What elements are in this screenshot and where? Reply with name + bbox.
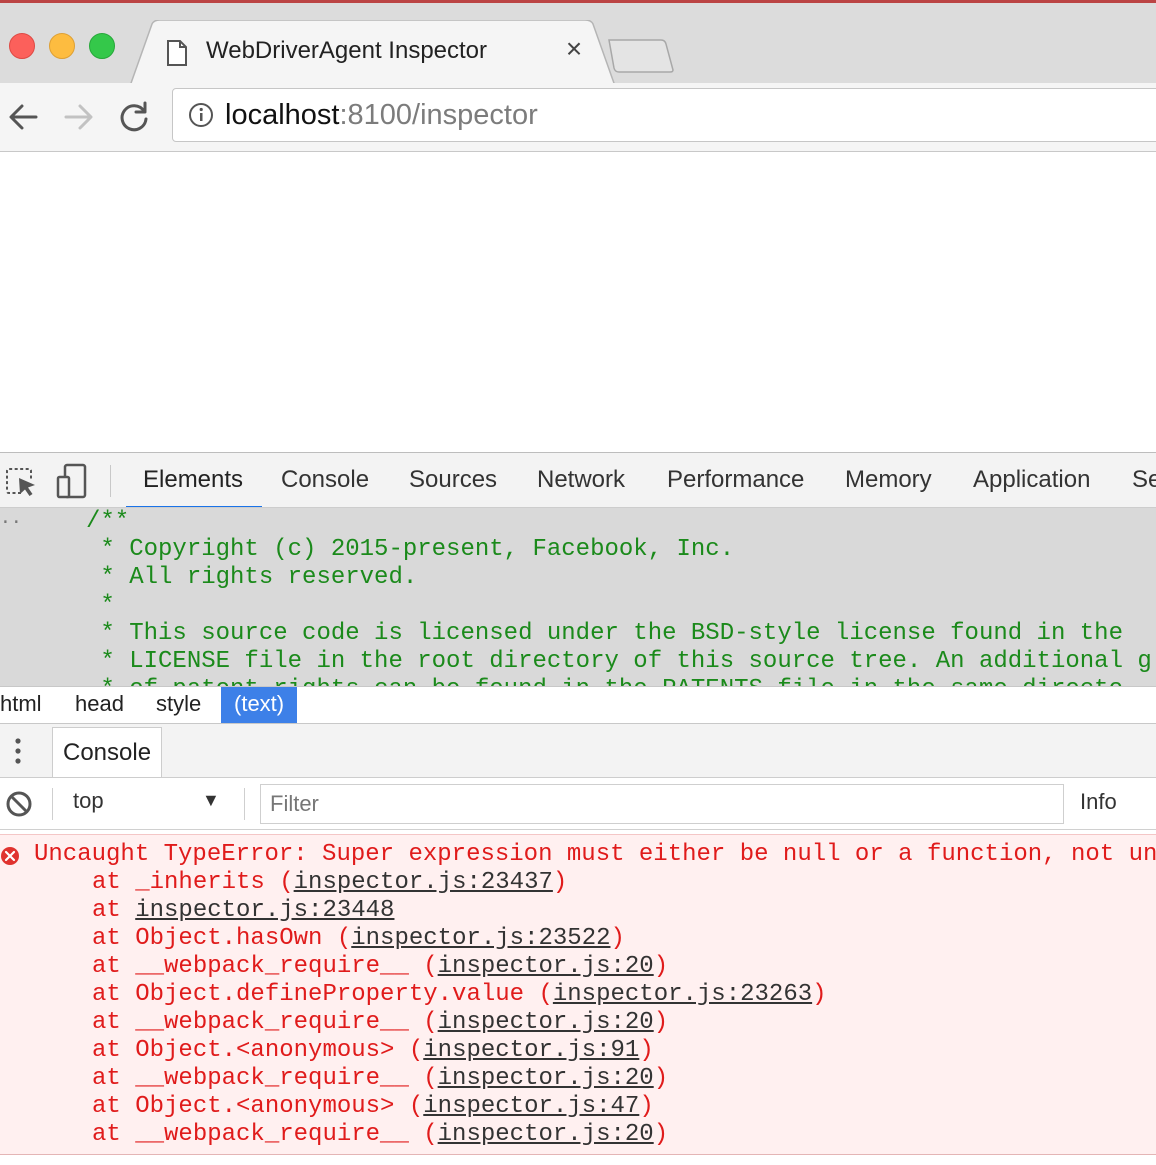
maximize-light-icon[interactable] — [89, 33, 115, 59]
chevron-down-icon[interactable]: ▼ — [202, 790, 220, 811]
frame-text: at Object.<anonymous> ( — [92, 1093, 424, 1120]
source-line: * All rights reserved. — [86, 564, 418, 591]
source-link[interactable]: inspector.js:20 — [438, 1121, 654, 1148]
frame-text: ) — [552, 869, 568, 896]
page-icon — [166, 40, 188, 66]
reload-icon[interactable] — [114, 97, 154, 137]
back-arrow-icon[interactable] — [4, 97, 44, 137]
browser-tab-strip: WebDriverAgent Inspector × — [0, 0, 1156, 86]
console-error-message[interactable]: Uncaught TypeError: Super expression mus… — [0, 834, 1156, 1155]
tab-memory[interactable]: Memory — [845, 453, 932, 507]
frame-text: at __webpack_require__ ( — [92, 1065, 438, 1092]
info-icon[interactable] — [188, 102, 214, 128]
tab-application[interactable]: Application — [973, 453, 1090, 507]
elements-source-panel[interactable]: ·· /** * Copyright (c) 2015-present, Fac… — [0, 508, 1156, 686]
url-host: localhost — [225, 99, 340, 131]
source-link[interactable]: inspector.js:23263 — [553, 981, 812, 1008]
tab-sources[interactable]: Sources — [409, 453, 497, 507]
toolbar-divider — [110, 465, 111, 497]
stack-frame: at Object.hasOwn (inspector.js:23522) — [92, 925, 625, 952]
frame-text: ) — [610, 925, 625, 952]
address-bar[interactable]: localhost:8100/inspector — [172, 88, 1156, 142]
frame-text: ) — [653, 1065, 669, 1092]
tab-console[interactable]: Console — [281, 453, 369, 507]
source-line: * Copyright (c) 2015-present, Facebook, … — [86, 536, 735, 563]
page-viewport — [0, 152, 1156, 452]
tab-performance[interactable]: Performance — [667, 453, 804, 507]
crumb-head[interactable]: head — [75, 687, 124, 723]
source-link[interactable]: inspector.js:23437 — [294, 869, 553, 896]
frame-text: ) — [653, 1121, 669, 1148]
toolbar-divider — [52, 788, 53, 820]
frame-text: at __webpack_require__ ( — [92, 1009, 438, 1036]
source-link[interactable]: inspector.js:20 — [438, 1009, 654, 1036]
frame-text: ) — [639, 1037, 654, 1064]
clear-console-icon[interactable] — [5, 790, 33, 818]
crumb-html[interactable]: html — [0, 687, 42, 723]
minimize-light-icon[interactable] — [49, 33, 75, 59]
url-path: :8100/inspector — [339, 99, 538, 131]
forward-arrow-icon[interactable] — [58, 97, 98, 137]
source-link[interactable]: inspector.js:47 — [423, 1093, 639, 1120]
frame-text: at __webpack_require__ ( — [92, 1121, 438, 1148]
drawer-header: Console — [0, 724, 1156, 778]
source-line: * of patent rights can be found in the P… — [86, 676, 1123, 686]
drawer-tab-console[interactable]: Console — [52, 727, 163, 777]
crumb-text[interactable]: (text) — [221, 687, 298, 723]
inspect-element-icon[interactable] — [4, 465, 38, 499]
new-tab-icon[interactable] — [605, 38, 675, 74]
console-bottom — [0, 1154, 1156, 1165]
stack-frame: at __webpack_require__ (inspector.js:20) — [92, 1065, 668, 1092]
url-text[interactable]: localhost:8100/inspector — [225, 99, 538, 132]
error-icon — [0, 846, 20, 866]
source-line: * — [86, 592, 115, 619]
source-link[interactable]: inspector.js:20 — [438, 1065, 654, 1092]
tab-security[interactable]: Se — [1132, 453, 1156, 507]
frame-text: ) — [812, 981, 827, 1008]
source-link[interactable]: inspector.js:23448 — [135, 897, 394, 924]
stack-frame: at __webpack_require__ (inspector.js:20) — [92, 953, 668, 980]
devtools-tabbar: Elements Console Sources Network Perform… — [0, 452, 1156, 508]
error-text: Uncaught TypeError: Super expression mus… — [34, 841, 1156, 868]
filter-input[interactable] — [260, 784, 1064, 824]
breadcrumb: html head style (text) — [0, 686, 1156, 724]
stack-frame: at Object.defineProperty.value (inspecto… — [92, 981, 827, 1008]
tab-elements[interactable]: Elements — [126, 453, 262, 507]
tab-title: WebDriverAgent Inspector — [206, 37, 488, 64]
source-link[interactable]: inspector.js:20 — [438, 953, 654, 980]
browser-tab-active[interactable]: WebDriverAgent Inspector × — [130, 20, 615, 86]
source-line: * This source code is licensed under the… — [86, 620, 1123, 647]
stack-frame: at __webpack_require__ (inspector.js:20) — [92, 1121, 668, 1148]
frame-text: ) — [653, 953, 669, 980]
drawer-menu-icon[interactable] — [8, 736, 28, 766]
crumb-style[interactable]: style — [156, 687, 201, 723]
source-link[interactable]: inspector.js:23522 — [351, 925, 610, 952]
ellipsis-icon[interactable]: ·· — [0, 512, 22, 533]
frame-text: at _inherits ( — [92, 869, 294, 896]
stack-frame: at __webpack_require__ (inspector.js:20) — [92, 1009, 668, 1036]
console-toolbar: top ▼ Info — [0, 778, 1156, 830]
tab-network[interactable]: Network — [537, 453, 625, 507]
frame-text: at Object.hasOwn ( — [92, 925, 352, 952]
frame-text: ) — [639, 1093, 654, 1120]
stack-frame: at Object.<anonymous> (inspector.js:91) — [92, 1037, 654, 1064]
source-line: * LICENSE file in the root directory of … — [86, 648, 1152, 675]
frame-text: at Object.defineProperty.value ( — [92, 981, 553, 1008]
close-light-icon[interactable] — [9, 33, 35, 59]
device-toolbar-icon[interactable] — [55, 463, 89, 499]
stack-frame: at _inherits (inspector.js:23437) — [92, 869, 567, 896]
context-select[interactable]: top — [73, 788, 104, 814]
frame-text: at __webpack_require__ ( — [92, 953, 438, 980]
frame-text: ) — [653, 1009, 669, 1036]
frame-text: at Object.<anonymous> ( — [92, 1037, 424, 1064]
source-line: /** — [86, 508, 130, 535]
stack-frame: at Object.<anonymous> (inspector.js:47) — [92, 1093, 654, 1120]
browser-toolbar: localhost:8100/inspector — [0, 83, 1156, 152]
close-icon[interactable]: × — [559, 34, 589, 64]
source-link[interactable]: inspector.js:91 — [423, 1037, 639, 1064]
frame-text: at — [92, 897, 136, 924]
log-level-select[interactable]: Info — [1080, 789, 1117, 815]
toolbar-divider — [244, 788, 245, 820]
stack-frame: at inspector.js:23448 — [92, 897, 394, 924]
